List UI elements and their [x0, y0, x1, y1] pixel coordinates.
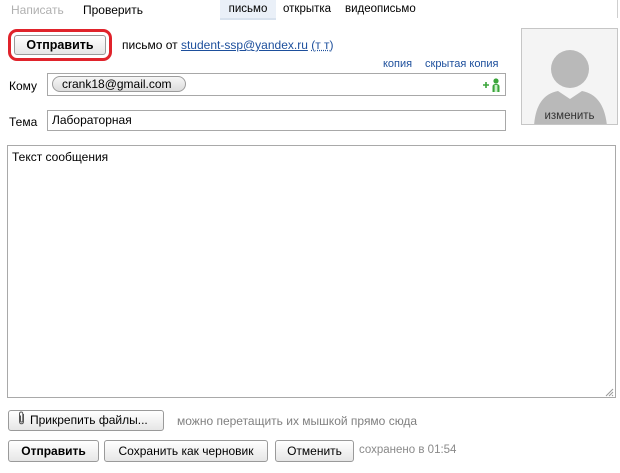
send-button[interactable]: Отправить — [14, 35, 106, 55]
change-avatar-link[interactable]: изменить — [521, 108, 618, 124]
from-prefix: письмо от — [122, 38, 178, 52]
bcc-link[interactable]: скрытая копия — [425, 58, 499, 70]
check-link[interactable]: Проверить — [83, 3, 143, 17]
saved-status: сохранено в 01:54 — [359, 444, 457, 456]
subject-label: Тема — [9, 115, 38, 129]
from-line: письмо от student-ssp@yandex.ru (т т) — [122, 38, 334, 52]
add-contact-icon[interactable] — [482, 77, 502, 93]
cancel-button[interactable]: Отменить — [275, 440, 354, 462]
to-label: Кому — [9, 79, 38, 93]
message-body-text: Текст сообщения — [12, 150, 109, 164]
toolbar-divider — [617, 0, 618, 18]
resize-grip-icon[interactable] — [604, 386, 614, 397]
compose-link[interactable]: Написать — [11, 3, 64, 17]
subject-input[interactable]: Лабораторная — [47, 110, 506, 131]
attach-files-button[interactable]: Прикрепить файлы... — [8, 410, 164, 431]
send-button-bottom[interactable]: Отправить — [8, 440, 99, 462]
message-textarea[interactable] — [7, 145, 616, 398]
tab-letter[interactable]: письмо — [220, 0, 276, 20]
save-draft-button[interactable]: Сохранить как черновик — [104, 440, 268, 462]
cc-link[interactable]: копия — [383, 58, 412, 70]
tab-videoletter[interactable]: видеописьмо — [345, 3, 416, 15]
from-name-link[interactable]: (т т) — [311, 38, 333, 52]
attach-hint: можно перетащить их мышкой прямо сюда — [177, 414, 418, 428]
from-email-link[interactable]: student-ssp@yandex.ru — [181, 38, 308, 52]
attach-files-label: Прикрепить файлы... — [30, 413, 148, 428]
tab-postcard[interactable]: открытка — [283, 3, 331, 15]
recipient-chip[interactable]: crank18@gmail.com — [52, 76, 186, 92]
paperclip-icon — [17, 411, 27, 431]
